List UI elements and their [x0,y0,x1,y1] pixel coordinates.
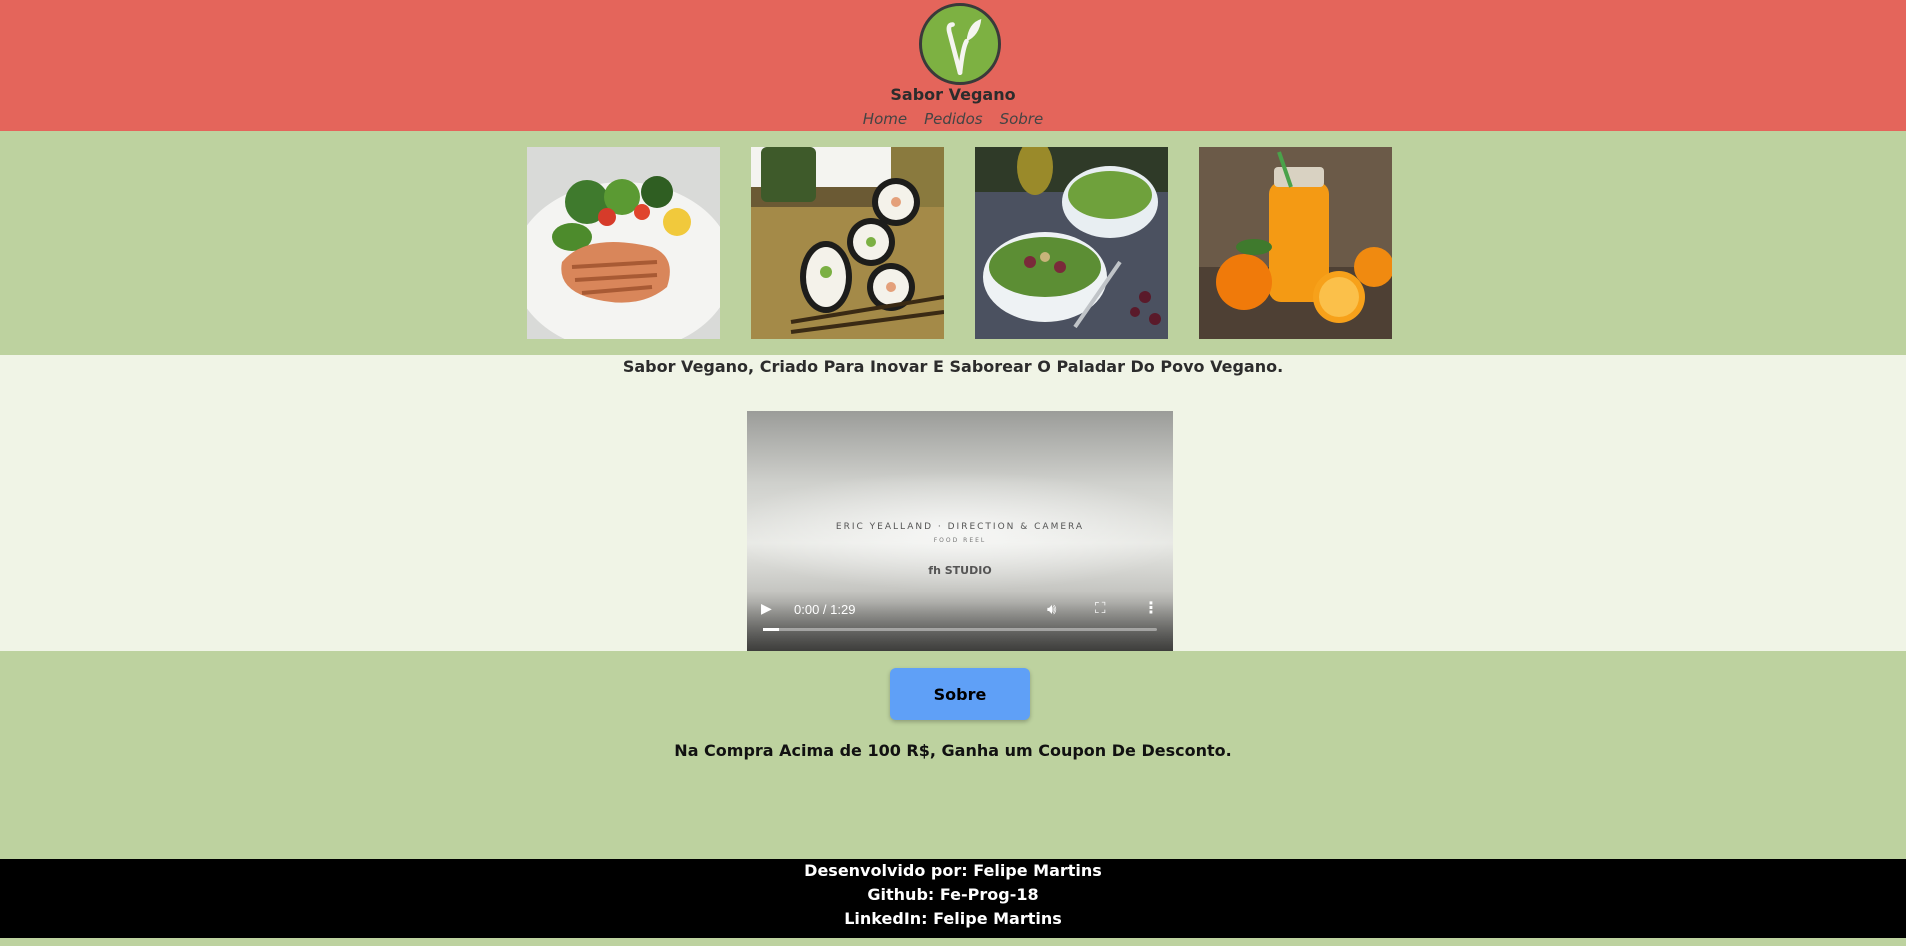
main-nav: Home Pedidos Sobre [0,110,1906,128]
vegan-sprout-icon[interactable] [919,3,1001,85]
nav-item-home[interactable]: Home [863,110,907,128]
video-studio-logo: fh STUDIO [928,564,992,577]
nav-item-sobre[interactable]: Sobre [1000,110,1044,128]
video-controls: ▶ 0:00 / 1:29 🔊︎ ⛶ ⋮ [747,591,1173,651]
salmon-salad-photo [527,147,720,339]
video-time: 0:00 / 1:29 [794,602,856,617]
orange-juice-photo [1199,147,1392,339]
nav-item-pedidos[interactable]: Pedidos [924,110,982,128]
video-title: ERIC YEALLAND · DIRECTION & CAMERA [835,522,1085,532]
fullscreen-icon[interactable]: ⛶ [1095,599,1106,617]
video-player[interactable]: ERIC YEALLAND · DIRECTION & CAMERA FOOD … [747,411,1173,651]
tagline: Sabor Vegano, Criado Para Inovar E Sabor… [622,357,1284,376]
photo-gallery [0,131,1906,355]
footer-github[interactable]: Github: Fe-Prog-18 [0,883,1906,907]
promo-text: Na Compra Acima de 100 R$, Ganha um Coup… [674,741,1232,760]
play-icon[interactable]: ▶ [761,601,772,617]
sobre-button[interactable]: Sobre [890,668,1030,720]
footer-linkedin[interactable]: LinkedIn: Felipe Martins [0,907,1906,931]
video-progress-bar[interactable] [763,628,1157,631]
brand-title: Sabor Vegano [890,85,1016,104]
sushi-rolls-photo [751,147,944,339]
volume-icon[interactable]: 🔊︎ [1047,600,1056,618]
site-header: Sabor Vegano Home Pedidos Sobre [0,0,1906,131]
more-options-icon[interactable]: ⋮ [1143,598,1159,617]
site-footer: Desenvolvido por: Felipe Martins Github:… [0,859,1906,938]
video-progress-fill [763,628,779,631]
promo-section: Sobre Na Compra Acima de 100 R$, Ganha u… [0,651,1906,859]
footer-developer: Desenvolvido por: Felipe Martins [804,861,1102,880]
salad-bowls-photo [975,147,1168,339]
video-subtitle: FOOD REEL [933,537,987,544]
intro-section: Sabor Vegano, Criado Para Inovar E Sabor… [0,355,1906,651]
